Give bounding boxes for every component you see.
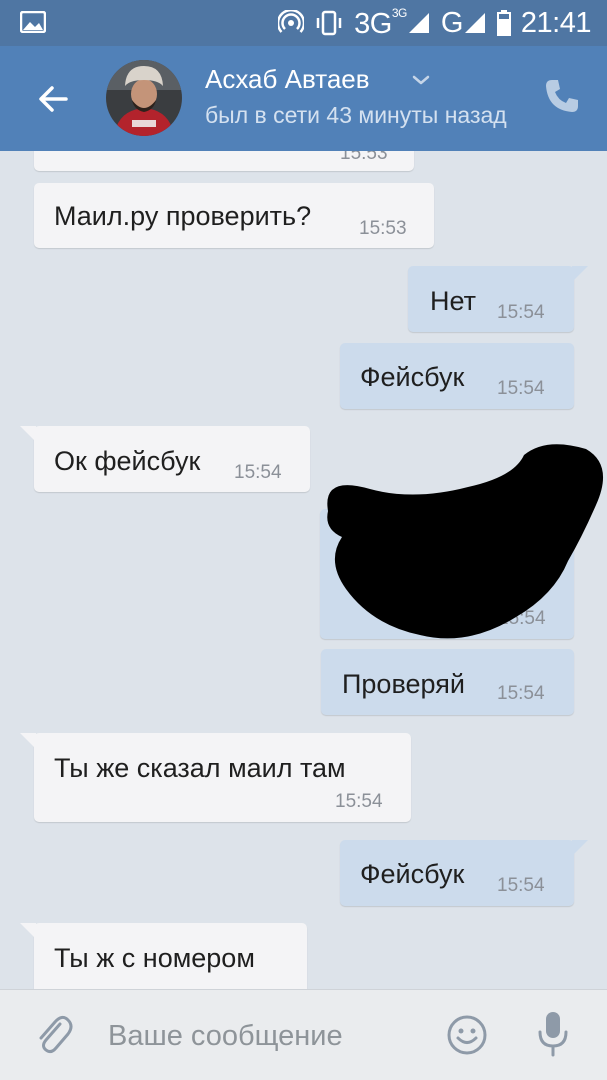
network-type-label: 3G3G: [354, 5, 407, 40]
message-text: Маил.ру проверить?: [54, 201, 312, 231]
message-incoming[interactable]: Маил.ру проверить? 15:53: [34, 183, 434, 248]
battery-icon: [496, 10, 511, 36]
bubble-tail: [20, 923, 36, 939]
vibrate-icon: [316, 10, 342, 36]
message-time: 15:54: [234, 462, 282, 483]
message-time: 15:54: [497, 378, 545, 399]
message-time: 15:54: [497, 683, 545, 704]
microphone-icon[interactable]: [536, 1010, 570, 1058]
network-type-label-2: G: [440, 6, 464, 39]
bubble-tail: [20, 426, 36, 442]
message-text: Фейсбук: [360, 859, 465, 889]
message-list[interactable]: 15:53 Маил.ру проверить? 15:53 Нет 15:54…: [0, 151, 607, 989]
bubble-tail: [572, 840, 588, 856]
message-outgoing[interactable]: Фейсбук 15:54: [340, 840, 588, 906]
message-time: 15:53: [359, 218, 407, 239]
message-incoming[interactable]: 15:53: [34, 151, 414, 171]
status-icons: 3G3G G 21:41: [278, 5, 592, 40]
message-text: Фейсбук: [360, 362, 465, 392]
message-text: Ок фейсбук: [54, 446, 201, 476]
avatar-photo: [106, 60, 182, 136]
clock: 21:41: [520, 6, 592, 39]
phone-icon[interactable]: [542, 76, 582, 116]
back-arrow-icon[interactable]: [30, 76, 76, 122]
gallery-icon: [20, 11, 46, 33]
avatar[interactable]: [106, 60, 182, 136]
message-time: 15:53: [340, 151, 388, 164]
message-outgoing[interactable]: Проверяй 15:54: [321, 649, 574, 715]
status-bar: 3G3G G 21:41: [0, 0, 607, 46]
emoji-icon[interactable]: [446, 1014, 488, 1056]
message-time: 15:54: [335, 791, 383, 812]
message-text: Нет: [430, 286, 476, 316]
bubble-tail: [572, 266, 588, 282]
bubble-tail: [20, 733, 36, 749]
message-outgoing[interactable]: Нет 15:54: [408, 266, 588, 332]
paperclip-icon[interactable]: [34, 1014, 74, 1058]
message-incoming[interactable]: Ок фейсбук 15:54: [20, 426, 310, 492]
message-time: 15:54: [497, 875, 545, 896]
message-outgoing[interactable]: Фейсбук 15:54: [340, 343, 574, 409]
message-incoming[interactable]: Ты же сказал маил там 15:54: [20, 733, 411, 822]
chevron-down-icon[interactable]: [412, 74, 430, 86]
message-text: Ты же сказал маил там: [54, 753, 346, 783]
message-incoming[interactable]: Ты ж с номером: [20, 923, 307, 989]
message-text: Проверяй: [342, 669, 465, 699]
message-input[interactable]: [108, 1014, 428, 1058]
message-time: 15:54: [497, 302, 545, 323]
signal-icon: [408, 13, 429, 33]
hotspot-icon: [278, 10, 305, 33]
redaction-scribble: [327, 444, 604, 639]
chat-header: Асхаб Автаев был в сети 43 минуты назад: [0, 46, 607, 151]
message-composer: [0, 989, 607, 1080]
message-text: Ты ж с номером: [54, 943, 255, 973]
contact-last-seen: был в сети 43 минуты назад: [205, 102, 507, 128]
signal-icon-2: [464, 13, 485, 33]
contact-name[interactable]: Асхаб Автаев: [205, 64, 370, 95]
